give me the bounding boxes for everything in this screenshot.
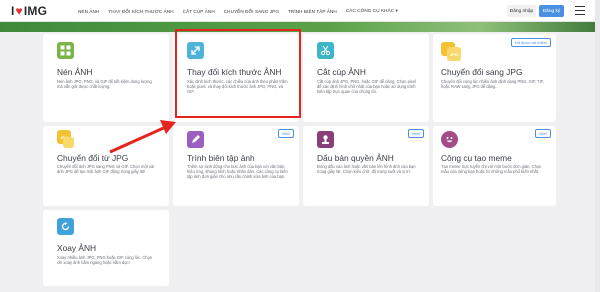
annotation-arrow bbox=[109, 120, 176, 154]
page: I ♥ IMG NÉN ẢNH THAY ĐỔI KÍCH THƯỚC ẢNH … bbox=[0, 0, 600, 292]
page-edge bbox=[595, 0, 600, 292]
